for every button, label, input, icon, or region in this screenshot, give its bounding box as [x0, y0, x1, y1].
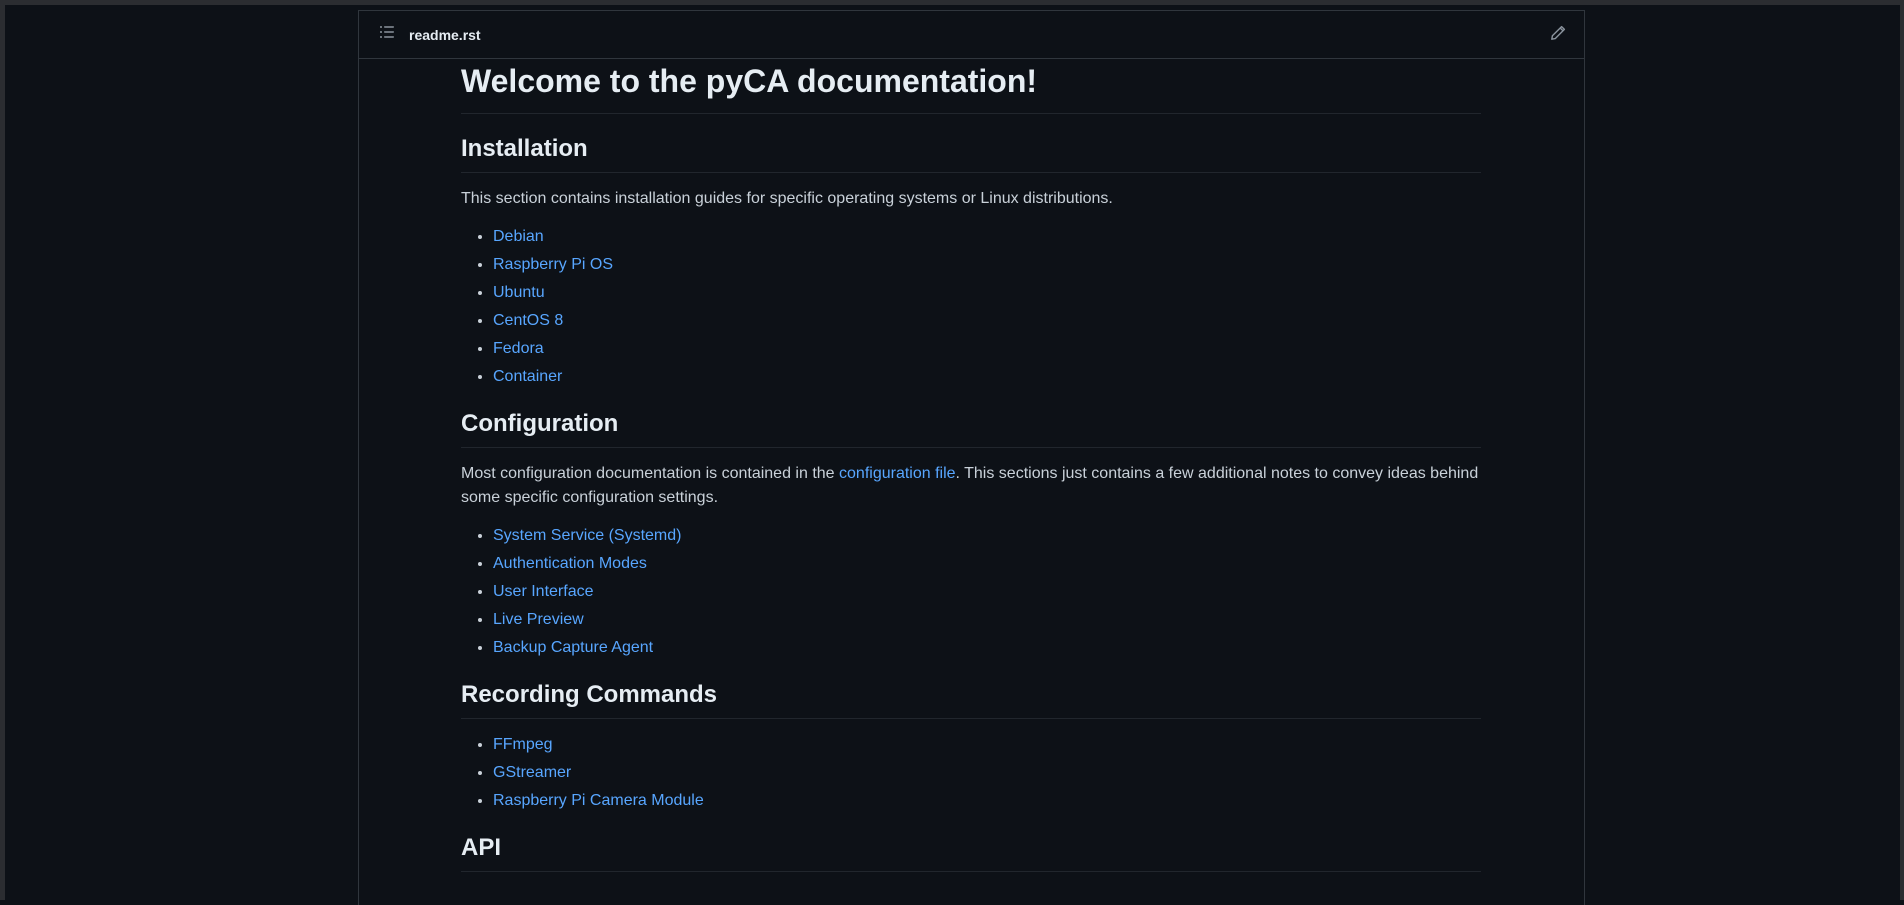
link-raspberry-pi-os[interactable]: Raspberry Pi OS — [493, 256, 613, 273]
link-live-preview[interactable]: Live Preview — [493, 611, 584, 628]
link-container[interactable]: Container — [493, 368, 562, 385]
installation-heading: Installation — [461, 134, 1481, 173]
link-authentication-modes[interactable]: Authentication Modes — [493, 555, 647, 572]
list-item: Container — [493, 365, 1481, 389]
list-item: FFmpeg — [493, 733, 1481, 757]
configuration-intro-before: Most configuration documentation is cont… — [461, 465, 840, 482]
configuration-heading: Configuration — [461, 409, 1481, 448]
list-item: Ubuntu — [493, 281, 1481, 305]
link-debian[interactable]: Debian — [493, 228, 544, 245]
link-centos[interactable]: CentOS 8 — [493, 312, 563, 329]
link-gstreamer[interactable]: GStreamer — [493, 764, 571, 781]
link-fedora[interactable]: Fedora — [493, 340, 544, 357]
readme-container: readme.rst Welcome to the pyCA documenta… — [358, 10, 1585, 905]
list-item: Raspberry Pi Camera Module — [493, 789, 1481, 813]
link-backup-capture-agent[interactable]: Backup Capture Agent — [493, 639, 653, 656]
list-item: User Interface — [493, 580, 1481, 604]
api-heading: API — [461, 833, 1481, 872]
link-system-service[interactable]: System Service (Systemd) — [493, 527, 681, 544]
link-ffmpeg[interactable]: FFmpeg — [493, 736, 553, 753]
list-item: GStreamer — [493, 761, 1481, 785]
list-item: Raspberry Pi OS — [493, 253, 1481, 277]
pencil-icon — [1550, 25, 1566, 46]
page-title: Welcome to the pyCA documentation! — [461, 59, 1481, 114]
list-unordered-icon — [379, 24, 395, 45]
recording-commands-heading: Recording Commands — [461, 680, 1481, 719]
link-ubuntu[interactable]: Ubuntu — [493, 284, 545, 301]
list-item: CentOS 8 — [493, 309, 1481, 333]
list-item: Debian — [493, 225, 1481, 249]
configuration-intro: Most configuration documentation is cont… — [461, 462, 1481, 510]
readme-file-name: readme.rst — [409, 26, 481, 43]
list-item: Authentication Modes — [493, 552, 1481, 576]
edit-file-button[interactable] — [1546, 23, 1570, 47]
link-raspberry-pi-camera[interactable]: Raspberry Pi Camera Module — [493, 792, 704, 809]
list-item: Fedora — [493, 337, 1481, 361]
readme-header: readme.rst — [359, 11, 1584, 59]
list-item: Live Preview — [493, 608, 1481, 632]
link-configuration-file[interactable]: configuration file — [839, 465, 956, 482]
readme-article: Welcome to the pyCA documentation! Insta… — [461, 59, 1481, 872]
screen-frame: readme.rst Welcome to the pyCA documenta… — [0, 0, 1904, 905]
installation-intro: This section contains installation guide… — [461, 190, 1113, 207]
list-item: Backup Capture Agent — [493, 636, 1481, 660]
configuration-list: System Service (Systemd) Authentication … — [461, 524, 1481, 660]
installation-list: Debian Raspberry Pi OS Ubuntu CentOS 8 F… — [461, 225, 1481, 389]
table-of-contents-button[interactable] — [375, 23, 399, 47]
recording-list: FFmpeg GStreamer Raspberry Pi Camera Mod… — [461, 733, 1481, 813]
link-user-interface[interactable]: User Interface — [493, 583, 593, 600]
list-item: System Service (Systemd) — [493, 524, 1481, 548]
